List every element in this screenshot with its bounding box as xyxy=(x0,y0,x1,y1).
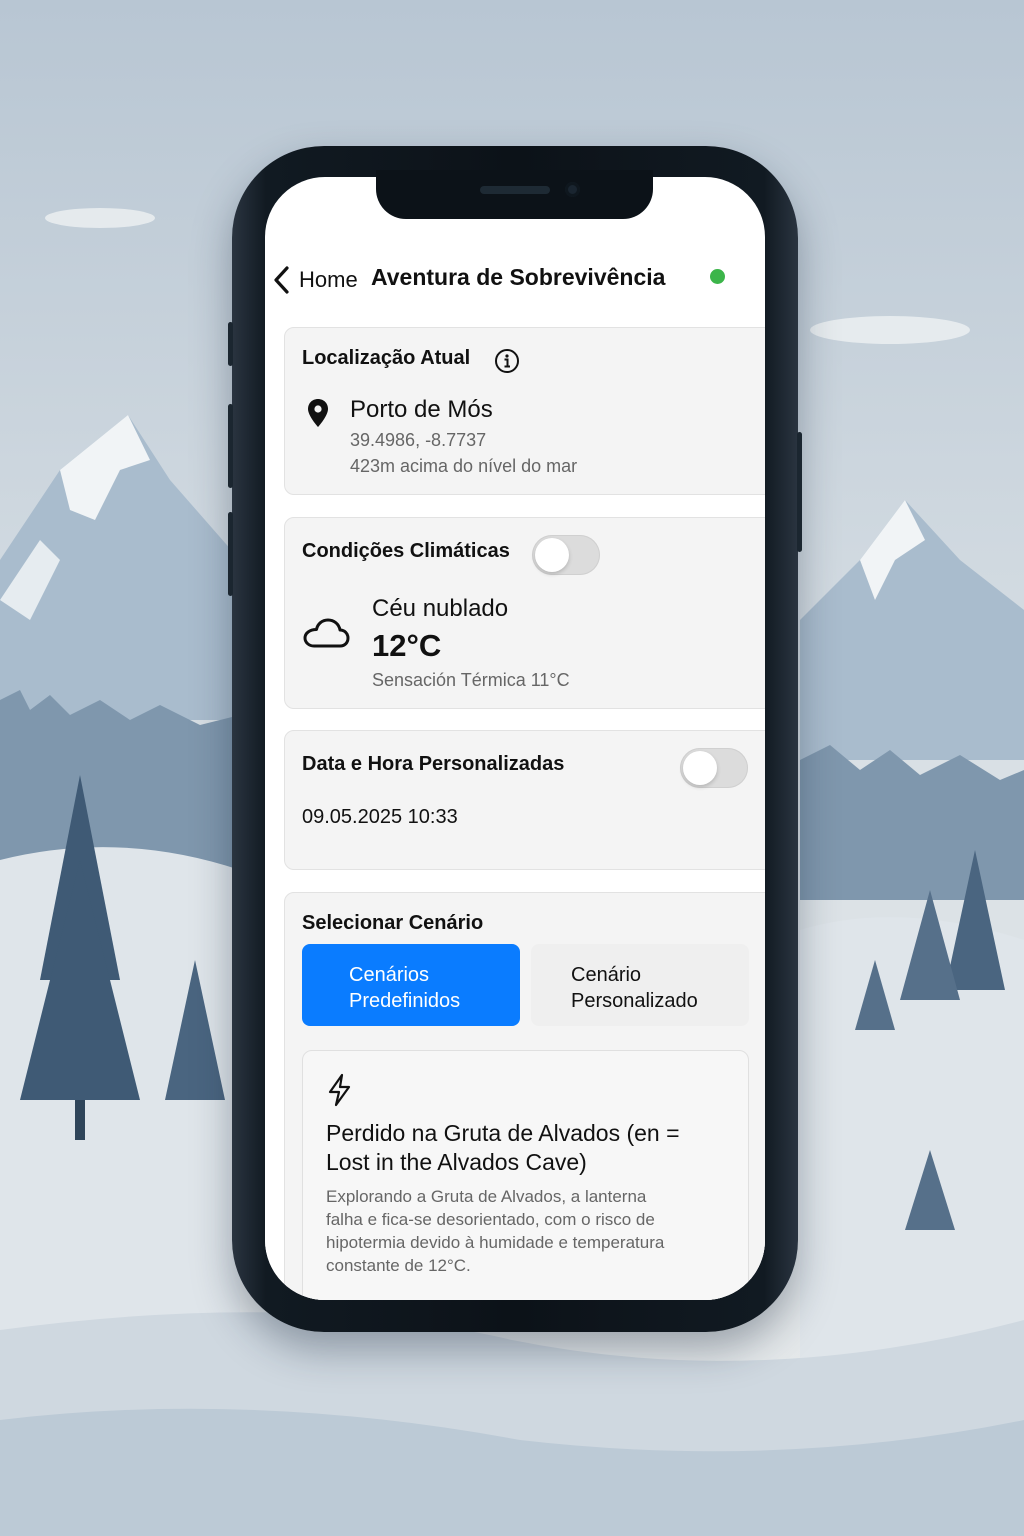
datetime-toggle[interactable] xyxy=(680,748,748,788)
main-content: Localização Atual Porto de Mós 39.4986, … xyxy=(265,305,765,1300)
phone-notch xyxy=(376,170,653,219)
location-place: Porto de Mós xyxy=(350,396,493,423)
scenario-option-card[interactable]: Perdido na Gruta de Alvados (en = Lost i… xyxy=(302,1050,749,1300)
weather-condition: Céu nublado xyxy=(372,595,509,622)
datetime-title: Data e Hora Personalizadas xyxy=(302,753,565,775)
location-pin-icon xyxy=(308,399,328,427)
status-indicator xyxy=(710,269,725,284)
info-icon[interactable] xyxy=(494,348,520,374)
tab-label-line1: Cenários xyxy=(349,964,430,986)
tab-label-line2: Predefinidos xyxy=(349,990,461,1012)
scenario-title: Selecionar Cenário xyxy=(302,912,484,934)
weather-temperature: 12°C xyxy=(372,628,442,663)
location-coordinates: 39.4986, -8.7737 xyxy=(350,430,487,450)
weather-toggle[interactable] xyxy=(532,535,600,575)
scenario-desc-line3: hipotermia devido à humidade e temperatu… xyxy=(326,1233,665,1252)
scenario-option-title: Perdido na Gruta de Alvados (en = Lost i… xyxy=(326,1119,680,1177)
phone-side-button xyxy=(228,322,233,366)
weather-card: Condições Climáticas Céu nublado 12°C Se… xyxy=(284,517,765,709)
scenario-desc-line2: falha e fica-se desorientado, com o risc… xyxy=(326,1210,655,1229)
back-button[interactable]: Home xyxy=(271,265,358,295)
tab-label-line2: Personalizado xyxy=(571,990,698,1012)
back-label: Home xyxy=(299,267,358,292)
phone-volume-up xyxy=(228,404,233,488)
scenario-desc-line1: Explorando a Gruta de Alvados, a lantern… xyxy=(326,1187,647,1206)
location-title: Localização Atual xyxy=(302,347,471,369)
tab-label-line1: Cenário xyxy=(571,964,642,986)
front-camera xyxy=(565,182,580,197)
chevron-left-icon xyxy=(274,266,289,294)
earpiece-speaker xyxy=(480,186,550,194)
tab-custom-scenario[interactable]: Cenário Personalizado xyxy=(531,944,749,1026)
nav-bar: Home Aventura de Sobrevivência xyxy=(265,257,765,306)
scenario-card: Selecionar Cenário Cenários Predefinidos… xyxy=(284,892,765,1300)
phone-screen: Home Aventura de Sobrevivência Localizaç… xyxy=(265,177,765,1300)
scenario-title-line2: Lost in the Alvados Cave) xyxy=(326,1149,587,1175)
tab-predefined-scenarios[interactable]: Cenários Predefinidos xyxy=(302,944,520,1026)
location-card: Localização Atual Porto de Mós 39.4986, … xyxy=(284,327,765,495)
lightning-icon xyxy=(328,1073,351,1107)
toggle-knob xyxy=(535,538,569,572)
phone-power-button xyxy=(797,432,802,552)
toggle-knob xyxy=(683,751,717,785)
phone-volume-down xyxy=(228,512,233,596)
page-title: Aventura de Sobrevivência xyxy=(371,264,666,290)
scenario-option-description: Explorando a Gruta de Alvados, a lantern… xyxy=(326,1185,664,1277)
scenario-desc-line4: constante de 12°C. xyxy=(326,1256,471,1275)
cloud-icon xyxy=(303,618,350,648)
datetime-value[interactable]: 09.05.2025 10:33 xyxy=(302,806,458,829)
scenario-title-line1: Perdido na Gruta de Alvados (en = xyxy=(326,1120,680,1146)
datetime-card: Data e Hora Personalizadas 09.05.2025 10… xyxy=(284,730,765,870)
weather-feels-like: Sensación Térmica 11°C xyxy=(372,670,570,690)
weather-title: Condições Climáticas xyxy=(302,540,510,562)
location-altitude: 423m acima do nível do mar xyxy=(350,456,578,476)
